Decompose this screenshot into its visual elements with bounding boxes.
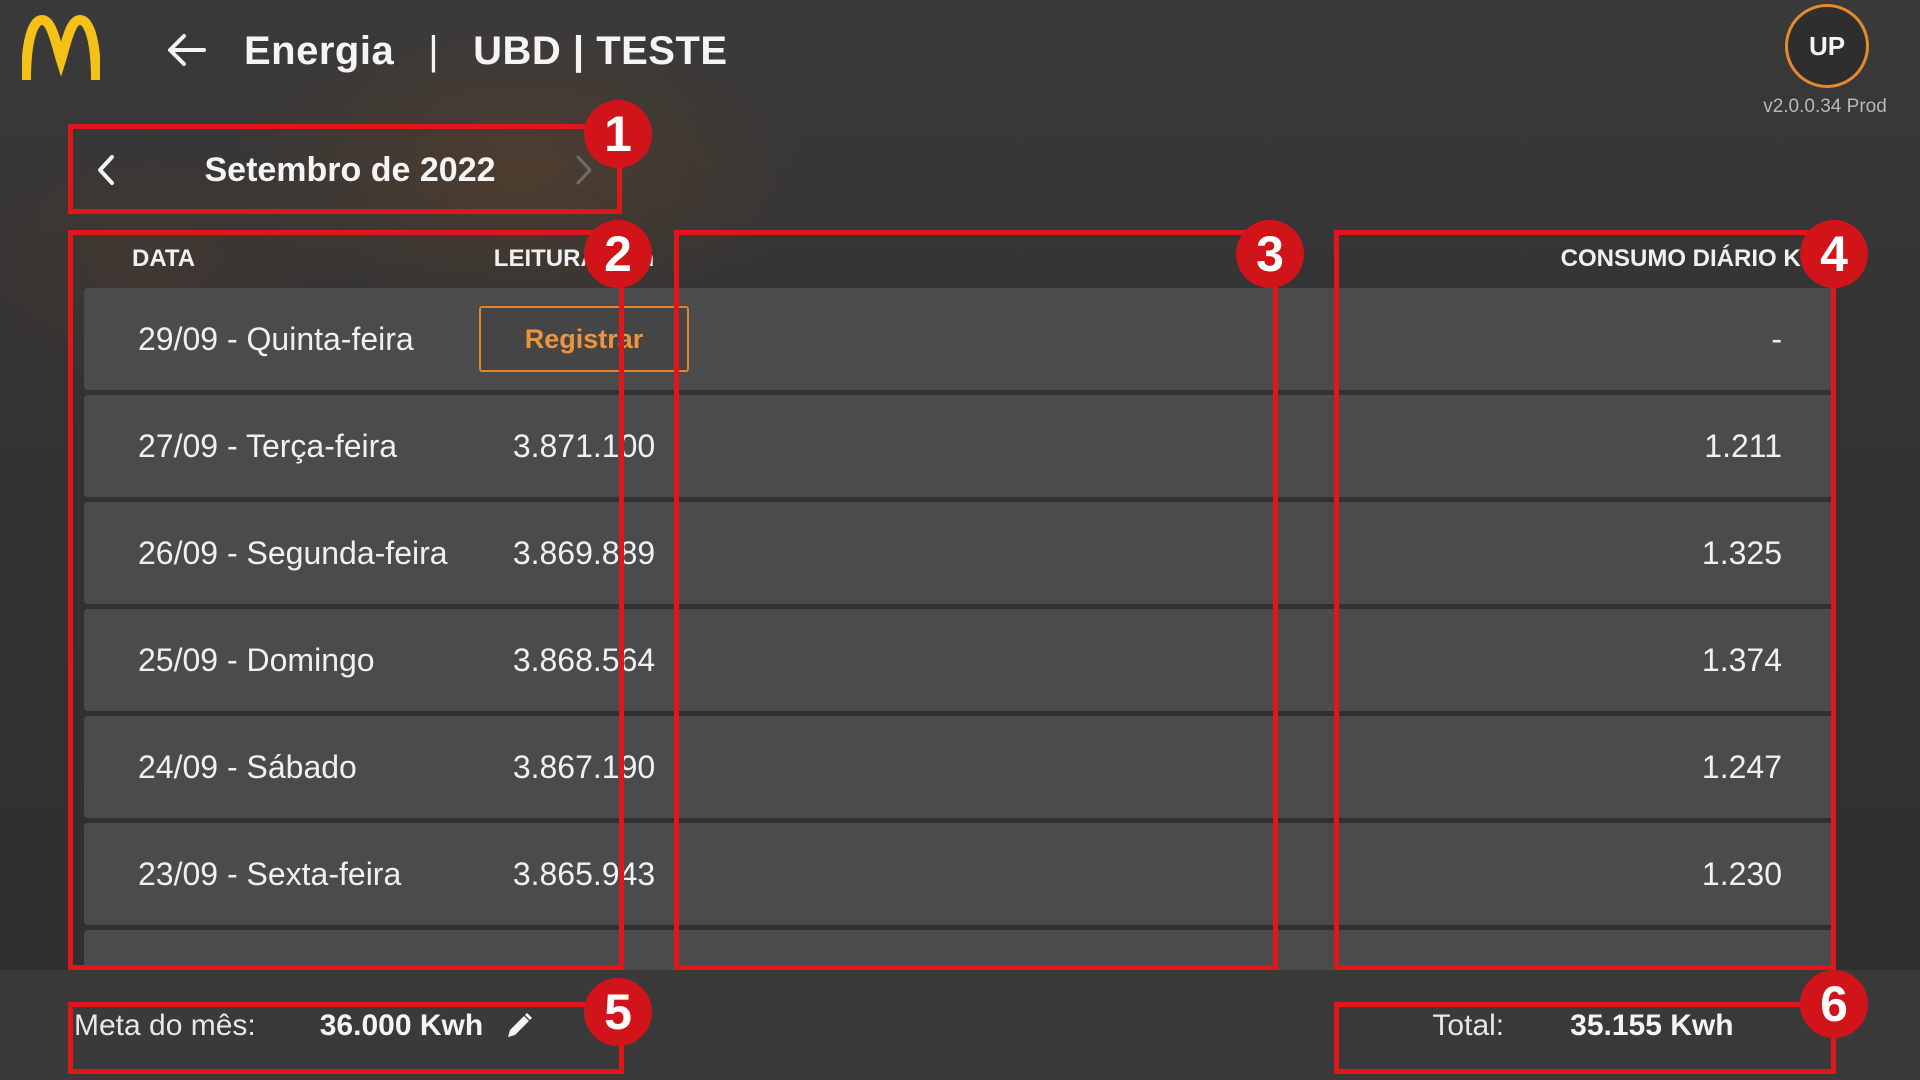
table-row[interactable]: 23/09 - Sexta-feira 3.865.943 1.230 xyxy=(84,823,1836,925)
total-label: Total: xyxy=(1432,1009,1505,1042)
next-month-button[interactable] xyxy=(560,146,608,194)
page-title: Energia | UBD | TESTE xyxy=(244,24,728,78)
monthly-goal-value: 36.000 Kwh xyxy=(319,1009,484,1042)
edit-goal-button[interactable] xyxy=(501,1008,537,1044)
title-separator: | xyxy=(428,28,440,73)
row-reading: 3.865.943 xyxy=(512,855,656,892)
column-header-data: DATA xyxy=(132,245,196,272)
chevron-left-icon xyxy=(98,155,114,185)
previous-month-button[interactable] xyxy=(82,146,130,194)
mcdonalds-logo-icon xyxy=(21,14,101,84)
table-header: DATA LEITURA Kwh CONSUMO DIÁRIO Kwh xyxy=(84,230,1836,288)
monthly-total: Total: 35.155 Kwh xyxy=(1336,996,1830,1056)
row-consumption: - xyxy=(1771,320,1782,357)
table-row: 29/09 - Quinta-feira Registrar - xyxy=(84,288,1836,390)
row-reading: Registrar xyxy=(204,288,964,390)
row-consumption: 1.247 xyxy=(1701,748,1782,785)
table-row-partial[interactable] xyxy=(84,930,1836,970)
table-row[interactable]: 26/09 - Segunda-feira 3.869.889 1.325 xyxy=(84,502,1836,604)
table-row[interactable]: 27/09 - Terça-feira 3.871.100 1.211 xyxy=(84,395,1836,497)
back-button[interactable] xyxy=(162,26,210,74)
table-row[interactable]: 24/09 - Sábado 3.867.190 1.247 xyxy=(84,716,1836,818)
register-reading-button[interactable]: Registrar xyxy=(479,306,689,372)
total-value: 35.155 Kwh xyxy=(1570,1009,1734,1042)
energy-screen: Energia | UBD | TESTE UP v2.0.0.34 Prod … xyxy=(0,0,1920,1080)
title-store: UBD | TESTE xyxy=(473,28,728,73)
monthly-goal-label: Meta do mês: xyxy=(74,1009,256,1042)
pencil-icon xyxy=(508,1012,533,1037)
row-consumption: 1.211 xyxy=(1704,427,1782,464)
energy-readings-table: DATA LEITURA Kwh CONSUMO DIÁRIO Kwh 29/0… xyxy=(84,230,1836,970)
user-avatar[interactable]: UP xyxy=(1785,4,1869,88)
month-label: Setembro de 2022 xyxy=(204,150,496,189)
footer-bar: Meta do mês: 36.000 Kwh Total: 35.155 Kw… xyxy=(0,970,1920,1080)
monthly-goal: Meta do mês: 36.000 Kwh xyxy=(74,996,537,1056)
row-reading: 3.867.190 xyxy=(512,748,656,785)
row-consumption: 1.230 xyxy=(1701,855,1782,892)
arrow-left-icon xyxy=(168,34,206,66)
row-consumption: 1.325 xyxy=(1701,534,1782,571)
chevron-right-icon xyxy=(576,155,592,185)
table-row[interactable]: 25/09 - Domingo 3.868.564 1.374 xyxy=(84,609,1836,711)
month-selector: Setembro de 2022 xyxy=(70,126,620,214)
row-reading: 3.871.100 xyxy=(512,427,656,464)
header: Energia | UBD | TESTE UP v2.0.0.34 Prod xyxy=(0,0,1920,117)
column-header-leitura: LEITURA Kwh xyxy=(493,245,655,272)
title-energia: Energia xyxy=(244,28,395,73)
row-reading: 3.868.564 xyxy=(512,641,656,678)
row-consumption: 1.374 xyxy=(1701,641,1782,678)
column-header-consumo: CONSUMO DIÁRIO Kwh xyxy=(1560,245,1834,272)
app-version: v2.0.0.34 Prod xyxy=(1763,96,1887,117)
row-reading: 3.869.889 xyxy=(512,534,656,571)
